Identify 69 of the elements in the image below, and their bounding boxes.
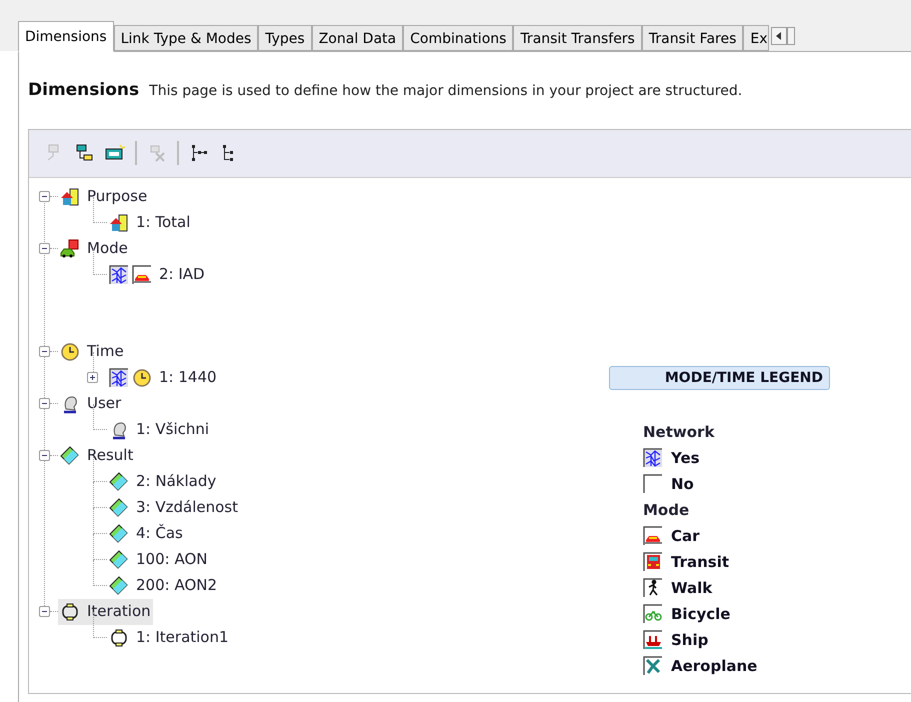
house-building-icon <box>109 212 129 232</box>
diamond-icon <box>109 550 129 570</box>
bicycle-icon <box>643 604 663 624</box>
collapse-toggle[interactable] <box>39 346 50 357</box>
network-icon <box>109 264 129 284</box>
tree-item[interactable]: Mode <box>58 236 130 262</box>
walking-person-icon <box>643 578 663 598</box>
scroll-left-button[interactable] <box>771 27 788 45</box>
page-title: Dimensions <box>28 79 140 102</box>
aeroplane-icon <box>643 656 663 676</box>
legend-label: Yes <box>671 448 700 469</box>
diamond-icon <box>109 472 129 492</box>
tree-item[interactable]: 1: Všichni <box>107 416 212 442</box>
clock-icon <box>60 342 80 362</box>
diamond-icon <box>109 576 129 596</box>
tree-item[interactable]: Time <box>58 338 126 364</box>
tab[interactable]: Ex <box>743 25 770 51</box>
collapse-toggle[interactable] <box>39 243 50 254</box>
collapse-toggle[interactable] <box>39 398 50 409</box>
diamond-icon <box>60 446 80 466</box>
collapse-toggle[interactable] <box>39 450 50 461</box>
legend-label: No <box>671 474 694 495</box>
tab[interactable]: Types <box>258 25 312 51</box>
diamond-icon <box>109 498 129 518</box>
loop-icon <box>109 628 129 648</box>
legend-label: Walk <box>671 578 712 599</box>
tree-item[interactable]: 100: AON <box>107 546 210 572</box>
bus-icon <box>643 552 663 572</box>
tree-item[interactable]: 1: Iteration1 <box>107 624 231 650</box>
tab[interactable]: Transit Fares <box>642 25 744 51</box>
tree-item[interactable]: 2: Náklady <box>107 468 218 494</box>
tree-item[interactable]: 2: IAD <box>107 262 207 288</box>
legend-label: Bicycle <box>671 604 730 625</box>
loop-icon <box>60 602 80 622</box>
legend-heading: Mode <box>643 500 690 521</box>
ship-icon <box>643 630 663 650</box>
collapse-toggle[interactable] <box>39 191 50 202</box>
house-building-icon <box>60 186 80 206</box>
tree-item[interactable]: Result <box>58 442 136 468</box>
tree-item[interactable]: 1: 1440 <box>107 364 219 390</box>
legend-label: Car <box>671 526 700 547</box>
tab[interactable]: Link Type & Modes <box>114 25 258 51</box>
legend-label: Ship <box>671 630 708 651</box>
legend-heading: Network <box>643 422 716 443</box>
tab[interactable]: Zonal Data <box>312 25 404 51</box>
tree-item[interactable]: 1: Total <box>107 210 192 236</box>
tree-item[interactable]: Iteration <box>58 598 153 624</box>
diamond-icon <box>109 524 129 544</box>
tree-item[interactable]: 4: Čas <box>107 520 185 546</box>
tab[interactable]: Dimensions <box>18 21 114 52</box>
tree-item[interactable]: User <box>58 390 124 416</box>
car-icon <box>643 526 663 546</box>
car-bus-icon <box>60 238 80 258</box>
legend-button[interactable]: MODE/TIME LEGEND <box>609 366 830 390</box>
tab[interactable]: Combinations <box>403 25 514 51</box>
expand-toggle[interactable] <box>87 372 98 383</box>
network-icon <box>643 448 663 468</box>
left-arrow-icon <box>776 32 782 40</box>
page-description: This page is used to define how the major dimensions in your project are structured. <box>149 82 742 101</box>
tree-item[interactable]: 200: AON2 <box>107 572 220 598</box>
tree-item[interactable]: Purpose <box>58 184 150 210</box>
tab[interactable]: Transit Transfers <box>513 25 642 51</box>
legend-label: Transit <box>671 552 730 573</box>
collapse-toggle[interactable] <box>39 606 50 617</box>
network-icon <box>109 368 129 388</box>
legend-label: Aeroplane <box>671 656 758 677</box>
car-icon <box>132 264 152 284</box>
clock-icon <box>132 368 152 388</box>
tree-item[interactable]: 3: Vzdálenost <box>107 494 240 520</box>
